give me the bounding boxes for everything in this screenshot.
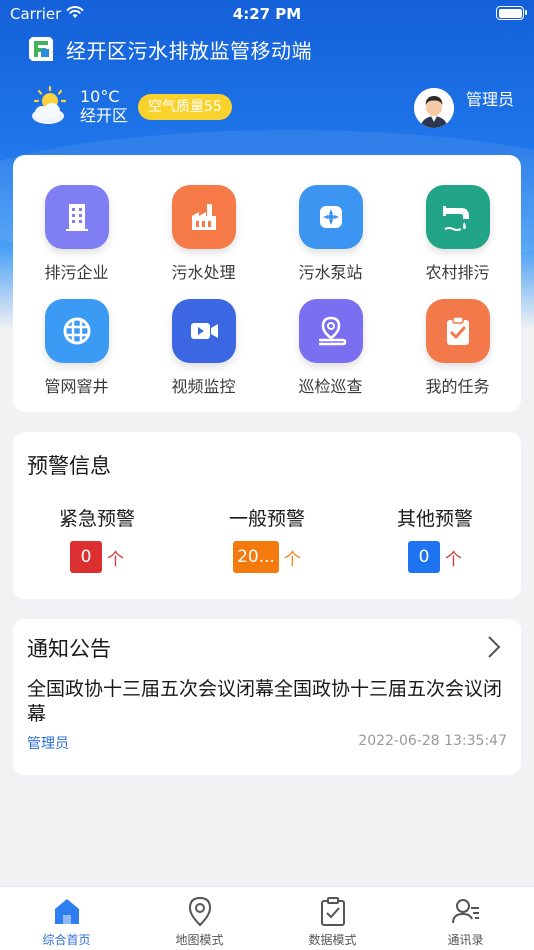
- clipboard-check-icon: [425, 299, 490, 363]
- weather-location: 经开区: [80, 106, 129, 125]
- alert-general-unit: 个: [283, 550, 301, 570]
- clipboard-check-icon: [320, 897, 345, 926]
- clock: 4:27 PM: [232, 5, 302, 23]
- alert-other-unit: 个: [445, 550, 462, 570]
- alert-other-count: 0: [408, 541, 440, 573]
- pump-icon: [298, 185, 363, 249]
- map-pin-icon: [188, 896, 211, 927]
- grid-item-manhole[interactable]: 管网窨井: [13, 299, 140, 397]
- tab-bar: 综合首页 地图模式 数据模式 通讯录: [0, 886, 534, 950]
- alert-info-card: 预警信息 紧急预警 0 个 一般预警 20... 个 其他预警 0 个: [13, 432, 521, 599]
- grid-item-rural[interactable]: 农村排污: [394, 185, 521, 283]
- partly-cloudy-icon: [32, 86, 67, 124]
- notice-card[interactable]: 通知公告 全国政协十三届五次会议闭幕全国政协十三届五次会议闭幕 管理员 2022…: [13, 619, 521, 775]
- alert-general-count: 20...: [233, 541, 279, 573]
- grid-item-label: 污水处理: [171, 263, 236, 282]
- grid-item-label: 农村排污: [425, 263, 490, 282]
- tab-contacts[interactable]: 通讯录: [399, 895, 532, 948]
- alert-general[interactable]: 一般预警 20... 个: [197, 504, 337, 573]
- alert-general-name: 一般预警: [228, 508, 305, 530]
- notice-section-title: 通知公告: [27, 637, 111, 661]
- app-header: 经开区污水排放监管移动端: [26, 33, 312, 65]
- chevron-right-icon[interactable]: [487, 635, 501, 659]
- app-title: 经开区污水排放监管移动端: [66, 38, 312, 63]
- home-icon: [54, 899, 79, 924]
- video-camera-icon: [171, 299, 236, 363]
- factory-icon: [171, 185, 236, 249]
- grid-item-label: 排污企业: [44, 263, 109, 282]
- notice-author: 管理员: [27, 736, 69, 752]
- function-grid: 排污企业 污水处理 污水泵站 农村排污 管网窨井 视频监控 巡检巡查 我的任务: [13, 155, 521, 412]
- tab-map-label: 地图模式: [175, 933, 224, 947]
- grid-item-enterprise[interactable]: 排污企业: [13, 185, 140, 283]
- grid-item-label: 污水泵站: [298, 263, 363, 282]
- manhole-grid-icon: [44, 299, 109, 363]
- alert-urgent-count: 0: [70, 541, 102, 573]
- status-bar: Carrier 4:27 PM: [0, 0, 534, 28]
- temperature: 10°C: [80, 87, 120, 106]
- tab-home-label: 综合首页: [42, 933, 91, 947]
- tab-map[interactable]: 地图模式: [133, 895, 266, 948]
- grid-item-inspection[interactable]: 巡检巡查: [267, 299, 394, 397]
- grid-item-label: 视频监控: [171, 377, 236, 396]
- alert-other-name: 其他预警: [396, 508, 473, 530]
- grid-item-label: 管网窨井: [44, 377, 109, 396]
- avatar-icon[interactable]: [413, 88, 454, 128]
- weather-widget: 10°C 经开区 空气质量55: [28, 86, 232, 126]
- user-profile[interactable]: 管理员: [413, 84, 514, 128]
- grid-item-label: 我的任务: [425, 377, 490, 396]
- tab-data[interactable]: 数据模式: [266, 895, 399, 948]
- user-name: 管理员: [465, 90, 514, 109]
- grid-item-label: 巡检巡查: [298, 377, 363, 396]
- building-icon: [44, 185, 109, 249]
- function-grid-card: 排污企业 污水处理 污水泵站 农村排污 管网窨井 视频监控 巡检巡查 我的任务: [13, 155, 521, 412]
- alert-urgent-count-row: 0 个: [27, 541, 167, 573]
- location-pin-icon: [298, 299, 363, 363]
- tab-contacts-label: 通讯录: [447, 933, 484, 947]
- alert-general-count-row: 20... 个: [197, 541, 337, 573]
- alert-urgent-unit: 个: [107, 550, 124, 570]
- contacts-icon: [451, 899, 479, 924]
- alert-other-count-row: 0 个: [365, 541, 505, 573]
- grid-item-my-tasks[interactable]: 我的任务: [394, 299, 521, 397]
- tab-home[interactable]: 综合首页: [0, 895, 133, 948]
- notice-text[interactable]: 全国政协十三届五次会议闭幕全国政协十三届五次会议闭幕: [27, 677, 517, 727]
- notice-timestamp: 2022-06-28 13:35:47: [358, 733, 507, 749]
- aqi-badge: 空气质量55: [138, 94, 232, 120]
- alert-other[interactable]: 其他预警 0 个: [365, 504, 505, 573]
- alert-urgent-name: 紧急预警: [58, 508, 135, 530]
- alert-section-title: 预警信息: [27, 454, 111, 478]
- grid-item-pump-station[interactable]: 污水泵站: [267, 185, 394, 283]
- weather-text: 10°C 经开区: [80, 87, 128, 125]
- alert-urgent[interactable]: 紧急预警 0 个: [27, 504, 167, 573]
- app-logo-icon: [29, 37, 53, 61]
- grid-item-treatment[interactable]: 污水处理: [140, 185, 267, 283]
- grid-item-video[interactable]: 视频监控: [140, 299, 267, 397]
- pipe-outflow-icon: [425, 185, 490, 249]
- tab-data-label: 数据模式: [308, 933, 357, 947]
- battery-icon: [496, 6, 527, 20]
